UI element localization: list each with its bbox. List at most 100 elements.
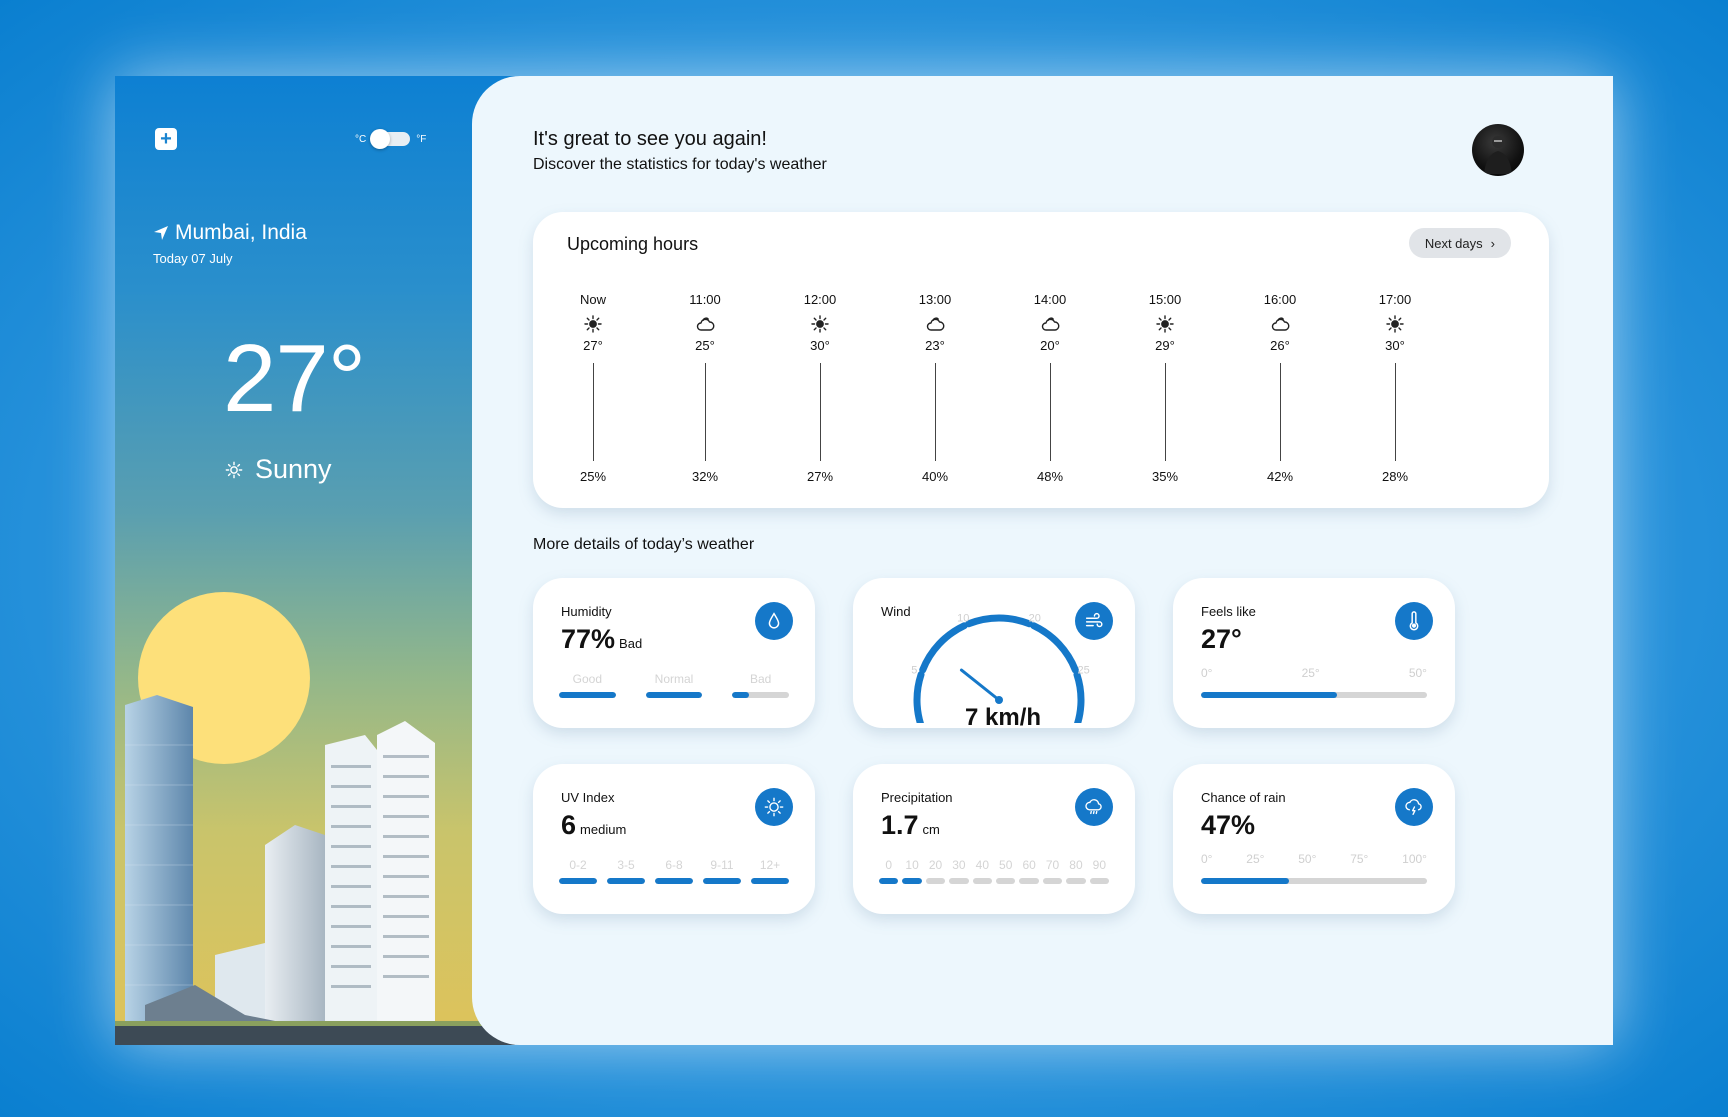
- hour-column[interactable]: 14:00 20° 48%: [1020, 292, 1080, 484]
- next-days-button[interactable]: Next days ›: [1408, 228, 1511, 258]
- greeting-title: It's great to see you again!: [533, 128, 767, 150]
- hour-column[interactable]: 12:00 30° 27%: [790, 292, 850, 484]
- uv-segment: 12+: [751, 858, 789, 884]
- sun-icon: [1385, 314, 1405, 334]
- hour-temperature: 23°: [925, 338, 945, 353]
- chevron-right-icon: ›: [1490, 235, 1495, 251]
- uv-segment-label: 3-5: [617, 858, 635, 872]
- hour-temperature: 26°: [1270, 338, 1290, 353]
- wind-gauge-arc: [1030, 622, 1079, 674]
- hour-column[interactable]: 11:00 25° 32%: [675, 292, 735, 484]
- unit-switch[interactable]: [370, 129, 411, 149]
- unit-toggle[interactable]: °C °F: [355, 128, 426, 150]
- rain-scale-tick: 50°: [1298, 852, 1317, 866]
- uv-segment-bar: [703, 878, 741, 884]
- precip-segment-label: 50: [999, 858, 1013, 872]
- feels-like-scale: 0° 25° 50°: [1201, 666, 1427, 680]
- hour-humidity: 35%: [1151, 469, 1179, 484]
- precip-segment-bar: [925, 878, 946, 884]
- hour-humidity: 42%: [1266, 469, 1294, 484]
- humidity-segment-fill: [732, 692, 750, 698]
- hour-column[interactable]: Now 27° 25%: [563, 292, 623, 484]
- humidity-segment-bar: [732, 692, 790, 698]
- uv-segment-fill: [655, 878, 693, 884]
- cloud-icon: [1270, 314, 1290, 334]
- current-condition: Sunny: [225, 454, 332, 485]
- precipitation-unit: cm: [922, 822, 940, 837]
- hour-divider: [934, 363, 936, 461]
- precip-segment-label: 40: [975, 858, 989, 872]
- wind-gauge-tick: 5: [911, 665, 917, 677]
- precip-segment-fill: [879, 878, 899, 884]
- cloud-icon: [925, 314, 945, 334]
- uv-segment-fill: [751, 878, 789, 884]
- storm-cloud-icon: [1395, 788, 1433, 826]
- uv-segment: 6-8: [655, 858, 693, 884]
- location[interactable]: Mumbai, India: [153, 221, 307, 245]
- uv-segment-label: 6-8: [665, 858, 683, 872]
- feels-scale-tick: 25°: [1301, 666, 1320, 680]
- dashboard-panel: It's great to see you again! Discover th…: [472, 76, 1613, 1045]
- hour-temperature: 30°: [1385, 338, 1405, 353]
- precip-segment: 20: [925, 858, 946, 884]
- hour-divider: [1279, 363, 1281, 461]
- feels-scale-tick: 50°: [1408, 666, 1427, 680]
- wind-gauge-needle: [959, 668, 1001, 702]
- precip-segment-bar: [879, 878, 899, 884]
- precip-segment: 50: [996, 858, 1016, 884]
- humidity-segment: Good: [559, 672, 616, 698]
- user-icon: [1484, 136, 1512, 174]
- hour-column[interactable]: 17:00 30° 28%: [1365, 292, 1425, 484]
- humidity-segment-label: Bad: [750, 672, 772, 686]
- user-avatar[interactable]: [1472, 124, 1524, 176]
- condition-label: Sunny: [255, 454, 332, 484]
- feels-like-label: Feels like: [1201, 604, 1256, 619]
- greeting-subtitle: Discover the statistics for today's weat…: [533, 156, 827, 173]
- uv-segment-bar: [559, 878, 597, 884]
- humidity-scale: Good Normal Bad: [559, 672, 790, 698]
- hour-humidity: 48%: [1036, 469, 1064, 484]
- wind-gauge-hub: [995, 696, 1003, 704]
- humidity-segment-bar: [559, 692, 616, 698]
- hour-divider: [1049, 363, 1051, 461]
- uv-segment-bar: [655, 878, 693, 884]
- city-skyline-illustration: [115, 695, 515, 1045]
- uv-segment-label: 0-2: [569, 858, 587, 872]
- precipitation-card: Precipitation 1.7 cm 0 10 20 30 40 50 60 70 80 90: [853, 764, 1135, 914]
- precip-segment: 80: [1066, 858, 1086, 884]
- hour-column[interactable]: 13:00 23° 40%: [905, 292, 965, 484]
- precip-segment-bar: [996, 878, 1016, 884]
- upcoming-hours-card: Upcoming hours Next days › Now 27° 25% 11:0…: [533, 212, 1549, 508]
- droplet-icon: [755, 602, 793, 640]
- sun-icon: [1155, 314, 1175, 334]
- precipitation-value: 1.7 cm: [881, 810, 940, 840]
- thermometer-icon: [1395, 602, 1433, 640]
- precip-segment: 40: [972, 858, 993, 884]
- humidity-label: Humidity: [561, 604, 612, 619]
- hour-column[interactable]: 15:00 29° 35%: [1135, 292, 1195, 484]
- hour-time: 16:00: [1263, 292, 1297, 307]
- uv-segment-label: 12+: [759, 858, 781, 872]
- plus-icon: +: [160, 128, 172, 150]
- uv-segment: 9-11: [703, 858, 741, 884]
- sun-icon: [225, 461, 243, 478]
- wind-card: Wind 0510202525 7 km/h: [853, 578, 1135, 748]
- next-days-label: Next days: [1424, 235, 1483, 251]
- humidity-segment: Normal: [645, 672, 703, 698]
- current-date: Today 07 July: [153, 251, 233, 266]
- feels-like-value: 27°: [1201, 624, 1242, 654]
- sun-icon: [810, 314, 830, 334]
- add-location-button[interactable]: +: [155, 128, 177, 150]
- uv-index-scale: 0-2 3-5 6-8 9-11 12+: [559, 858, 789, 884]
- humidity-segment-fill: [559, 692, 616, 698]
- precip-segment-bar: [949, 878, 969, 884]
- precip-segment-label: 70: [1045, 858, 1060, 872]
- precip-segment-bar: [1042, 878, 1063, 884]
- current-weather-panel: + °C °F Mumbai, India Today 07 July 27° …: [115, 76, 515, 1045]
- hour-time: 11:00: [689, 292, 721, 307]
- wind-gauge-tick: 10: [957, 612, 969, 624]
- feels-like-card: Feels like 27° 0° 25° 50°: [1173, 578, 1455, 728]
- hour-column[interactable]: 16:00 26° 42%: [1250, 292, 1310, 484]
- hour-divider: [1394, 363, 1396, 461]
- unit-celsius-label: °C: [355, 133, 367, 145]
